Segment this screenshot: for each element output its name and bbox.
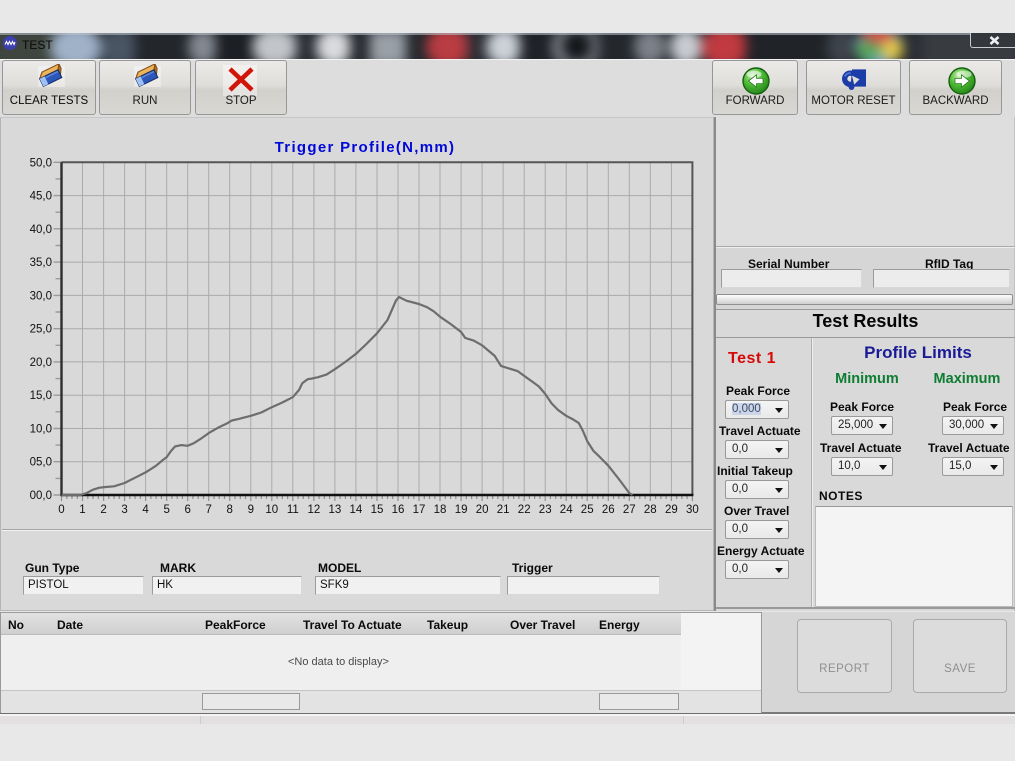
svg-text:28: 28: [644, 504, 657, 516]
svg-text:26: 26: [602, 504, 615, 516]
svg-text:18: 18: [434, 504, 447, 516]
svg-text:30,0: 30,0: [30, 290, 52, 302]
svg-text:15: 15: [371, 504, 384, 516]
svg-text:12: 12: [308, 504, 321, 516]
svg-text:00,0: 00,0: [30, 490, 52, 502]
svg-text:5: 5: [163, 504, 169, 516]
svg-text:50,0: 50,0: [30, 157, 52, 169]
svg-text:8: 8: [226, 504, 232, 516]
svg-text:9: 9: [248, 504, 254, 516]
svg-text:3: 3: [121, 504, 127, 516]
svg-text:45,0: 45,0: [30, 191, 52, 203]
svg-text:10: 10: [265, 504, 278, 516]
svg-text:25: 25: [581, 504, 594, 516]
svg-text:40,0: 40,0: [30, 224, 52, 236]
svg-text:10,0: 10,0: [30, 424, 52, 436]
svg-text:29: 29: [665, 504, 678, 516]
svg-text:30: 30: [686, 504, 699, 516]
svg-text:17: 17: [413, 504, 426, 516]
svg-text:11: 11: [287, 504, 299, 516]
svg-text:16: 16: [392, 504, 405, 516]
svg-text:21: 21: [497, 504, 510, 516]
svg-text:20: 20: [476, 504, 489, 516]
svg-text:24: 24: [560, 504, 573, 516]
svg-text:2: 2: [100, 504, 106, 516]
svg-text:0: 0: [58, 504, 64, 516]
svg-text:1: 1: [79, 504, 85, 516]
svg-text:20,0: 20,0: [30, 357, 52, 369]
svg-text:22: 22: [518, 504, 531, 516]
svg-text:19: 19: [455, 504, 468, 516]
svg-text:14: 14: [350, 504, 363, 516]
svg-text:6: 6: [184, 504, 190, 516]
svg-text:7: 7: [205, 504, 211, 516]
svg-text:13: 13: [329, 504, 342, 516]
svg-text:4: 4: [142, 504, 149, 516]
svg-text:23: 23: [539, 504, 552, 516]
svg-text:35,0: 35,0: [30, 257, 52, 269]
svg-text:25,0: 25,0: [30, 324, 52, 336]
svg-text:27: 27: [623, 504, 636, 516]
svg-text:15,0: 15,0: [30, 390, 52, 402]
svg-text:05,0: 05,0: [30, 457, 52, 469]
